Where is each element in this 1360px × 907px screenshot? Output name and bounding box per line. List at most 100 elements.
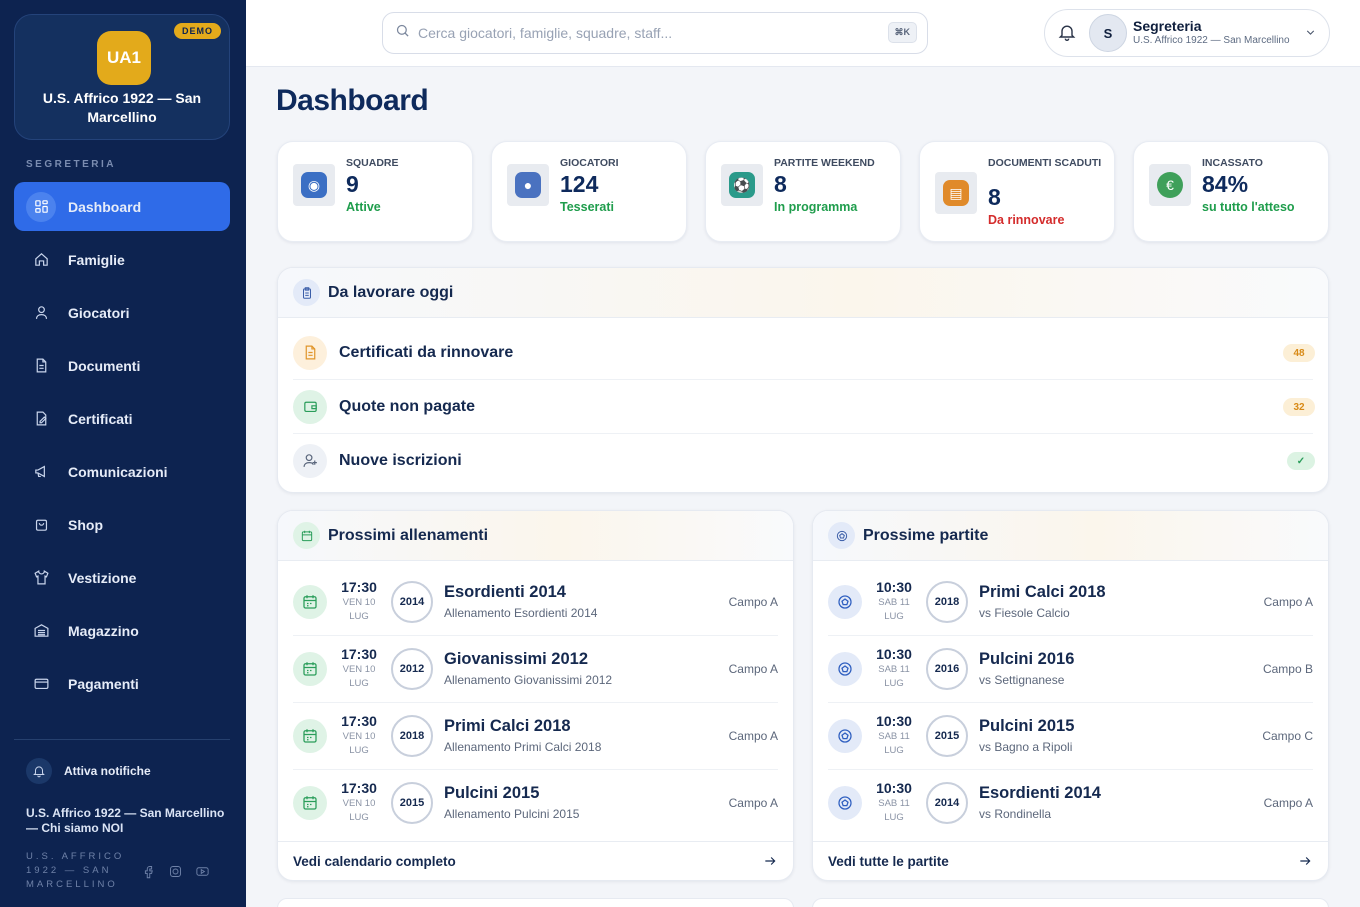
task-count-badge: 32 xyxy=(1283,398,1315,416)
stat-sub: In programma xyxy=(774,200,858,214)
bell-icon xyxy=(26,758,52,784)
task-status-badge: ✓ xyxy=(1287,452,1315,470)
task-item[interactable]: Quote non pagate 32 xyxy=(293,380,1315,433)
sidebar-item-dashboard[interactable]: Dashboard xyxy=(14,182,230,231)
calendar-icon xyxy=(293,584,327,619)
sidebar-item-label: Giocatori xyxy=(68,304,130,321)
opponent: vs Settignanese xyxy=(979,673,1065,687)
sidebar-item-label: Vestizione xyxy=(68,569,137,586)
event-field: Campo A xyxy=(728,728,778,743)
task-item[interactable]: Certificati da rinnovare 48 xyxy=(293,326,1315,379)
event-time: 17:30 VEN 10 LUG xyxy=(327,646,391,691)
team-year-badge: 2018 xyxy=(926,580,968,623)
stat-value: 9 xyxy=(346,171,359,197)
sidebar-item-shop[interactable]: Shop xyxy=(14,500,230,549)
enable-notifications-button[interactable]: Attiva notifiche xyxy=(26,758,151,784)
soccer-ball-icon xyxy=(828,584,862,619)
stat-card-incassato[interactable]: € INCASSATO 84% su tutto l'atteso xyxy=(1133,141,1329,242)
stat-sub: Tesserati xyxy=(560,200,614,214)
stat-card-partite[interactable]: ⚽ PARTITE WEEKEND 8 In programma xyxy=(705,141,901,242)
event-info: Giovanissimi 2012 Allenamento Giovanissim… xyxy=(444,650,612,687)
wallet-icon xyxy=(293,389,327,424)
topbar: ⌘K S Segreteria U.S. Affrico 1922 — San … xyxy=(246,0,1360,67)
stat-card-giocatori[interactable]: ● GIOCATORI 124 Tesserati xyxy=(491,141,687,242)
training-row[interactable]: 17:30 VEN 10 LUG 2012 Giovanissimi 2012 Al… xyxy=(293,635,778,702)
stat-label: SQUADRE xyxy=(346,157,399,169)
sidebar-item-documenti[interactable]: Documenti xyxy=(14,341,230,390)
search-box[interactable]: ⌘K xyxy=(382,12,928,54)
opponent: vs Rondinella xyxy=(979,807,1052,821)
training-row[interactable]: 17:30 VEN 10 LUG 2015 Pulcini 2015 Allenam… xyxy=(293,769,778,836)
arrow-right-icon xyxy=(765,857,776,865)
match-row[interactable]: 10:30 SAB 11 LUG 2016 Pulcini 2016 vs Sett… xyxy=(828,635,1313,702)
sidebar-item-label: Comunicazioni xyxy=(68,463,168,480)
sidebar-item-magazzino[interactable]: Magazzino xyxy=(14,606,230,655)
sidebar-item-vestizione[interactable]: Vestizione xyxy=(14,553,230,602)
chevron-down-icon xyxy=(1304,26,1317,44)
sidebar-item-label: Documenti xyxy=(68,357,141,374)
event-hour: 10:30 xyxy=(876,780,912,796)
event-date: VEN 10 LUG xyxy=(342,597,376,622)
event-date: VEN 10 LUG xyxy=(342,798,376,823)
sidebar-item-label: Shop xyxy=(68,516,103,533)
sidebar-item-pagamenti[interactable]: Pagamenti xyxy=(14,659,230,708)
team-name: Pulcini 2016 xyxy=(979,650,1075,668)
task-item[interactable]: Nuove iscrizioni ✓ xyxy=(293,434,1315,487)
bell-icon[interactable] xyxy=(1057,22,1077,47)
full-calendar-link[interactable]: Vedi calendario completo xyxy=(278,841,793,880)
event-info: Primi Calci 2018 vs Fiesole Calcio xyxy=(979,583,1106,620)
event-time: 10:30 SAB 11 LUG xyxy=(862,713,926,758)
task-count-badge: 48 xyxy=(1283,344,1315,362)
event-time: 10:30 SAB 11 LUG xyxy=(862,780,926,825)
match-row[interactable]: 10:30 SAB 11 LUG 2014 Esordienti 2014 vs R… xyxy=(828,769,1313,836)
event-info: Pulcini 2015 Allenamento Pulcini 2015 xyxy=(444,784,579,821)
match-row[interactable]: 10:30 SAB 11 LUG 2018 Primi Calci 2018 vs … xyxy=(828,568,1313,635)
training-row[interactable]: 17:30 VEN 10 LUG 2018 Primi Calci 2018 All… xyxy=(293,702,778,769)
team-name: Primi Calci 2018 xyxy=(444,717,571,735)
next-panel-peek xyxy=(277,898,794,907)
event-info: Esordienti 2014 vs Rondinella xyxy=(979,784,1101,821)
opponent: vs Fiesole Calcio xyxy=(979,606,1070,620)
event-date: VEN 10 LUG xyxy=(342,664,376,689)
sidebar-item-giocatori[interactable]: Giocatori xyxy=(14,288,230,337)
about-link[interactable]: U.S. Affrico 1922 — San Marcellino — Chi… xyxy=(26,806,226,836)
stat-card-squadre[interactable]: ◉ SQUADRE 9 Attive xyxy=(277,141,473,242)
home-icon xyxy=(26,245,56,275)
stat-value: 124 xyxy=(560,171,599,197)
sidebar-item-famiglie[interactable]: Famiglie xyxy=(14,235,230,284)
soccer-ball-icon: ⚽ xyxy=(721,164,763,206)
event-hour: 10:30 xyxy=(876,713,912,729)
document-icon: ▤ xyxy=(935,172,977,214)
certificate-icon xyxy=(26,404,56,434)
warehouse-icon xyxy=(26,616,56,646)
stat-sub: Attive xyxy=(346,200,381,214)
youtube-icon[interactable] xyxy=(195,864,210,884)
all-matches-link[interactable]: Vedi tutte le partite xyxy=(813,841,1328,880)
match-row[interactable]: 10:30 SAB 11 LUG 2015 Pulcini 2015 vs Bagn… xyxy=(828,702,1313,769)
document-icon xyxy=(293,335,327,370)
calendar-icon xyxy=(293,522,320,549)
stat-sub: Da rinnovare xyxy=(988,213,1065,227)
event-field: Campo C xyxy=(1262,728,1313,743)
training-row[interactable]: 17:30 VEN 10 LUG 2014 Esordienti 2014 Alle… xyxy=(293,568,778,635)
search-input[interactable] xyxy=(418,25,878,41)
team-year-badge: 2014 xyxy=(391,580,433,623)
team-year-badge: 2015 xyxy=(926,714,968,757)
shirt-icon: ◉ xyxy=(293,164,335,206)
megaphone-icon xyxy=(26,457,56,487)
arrow-right-icon xyxy=(1300,857,1311,865)
event-info: Esordienti 2014 Allenamento Esordienti 20… xyxy=(444,583,597,620)
instagram-icon[interactable] xyxy=(168,864,183,884)
user-menu[interactable]: S Segreteria U.S. Affrico 1922 — San Mar… xyxy=(1044,9,1330,57)
bag-icon xyxy=(26,510,56,540)
task-label: Certificati da rinnovare xyxy=(339,343,514,361)
team-year-badge: 2012 xyxy=(391,647,433,690)
team-year-badge: 2015 xyxy=(391,781,433,824)
facebook-icon[interactable] xyxy=(141,864,156,884)
club-logo: UA1 xyxy=(97,31,151,85)
sidebar-item-certificati[interactable]: Certificati xyxy=(14,394,230,443)
sidebar-item-comunicazioni[interactable]: Comunicazioni xyxy=(14,447,230,496)
team-year-badge: 2016 xyxy=(926,647,968,690)
event-info: Pulcini 2015 vs Bagno a Ripoli xyxy=(979,717,1074,754)
stat-card-documenti[interactable]: ▤ DOCUMENTI SCADUTI 8 Da rinnovare xyxy=(919,141,1115,242)
